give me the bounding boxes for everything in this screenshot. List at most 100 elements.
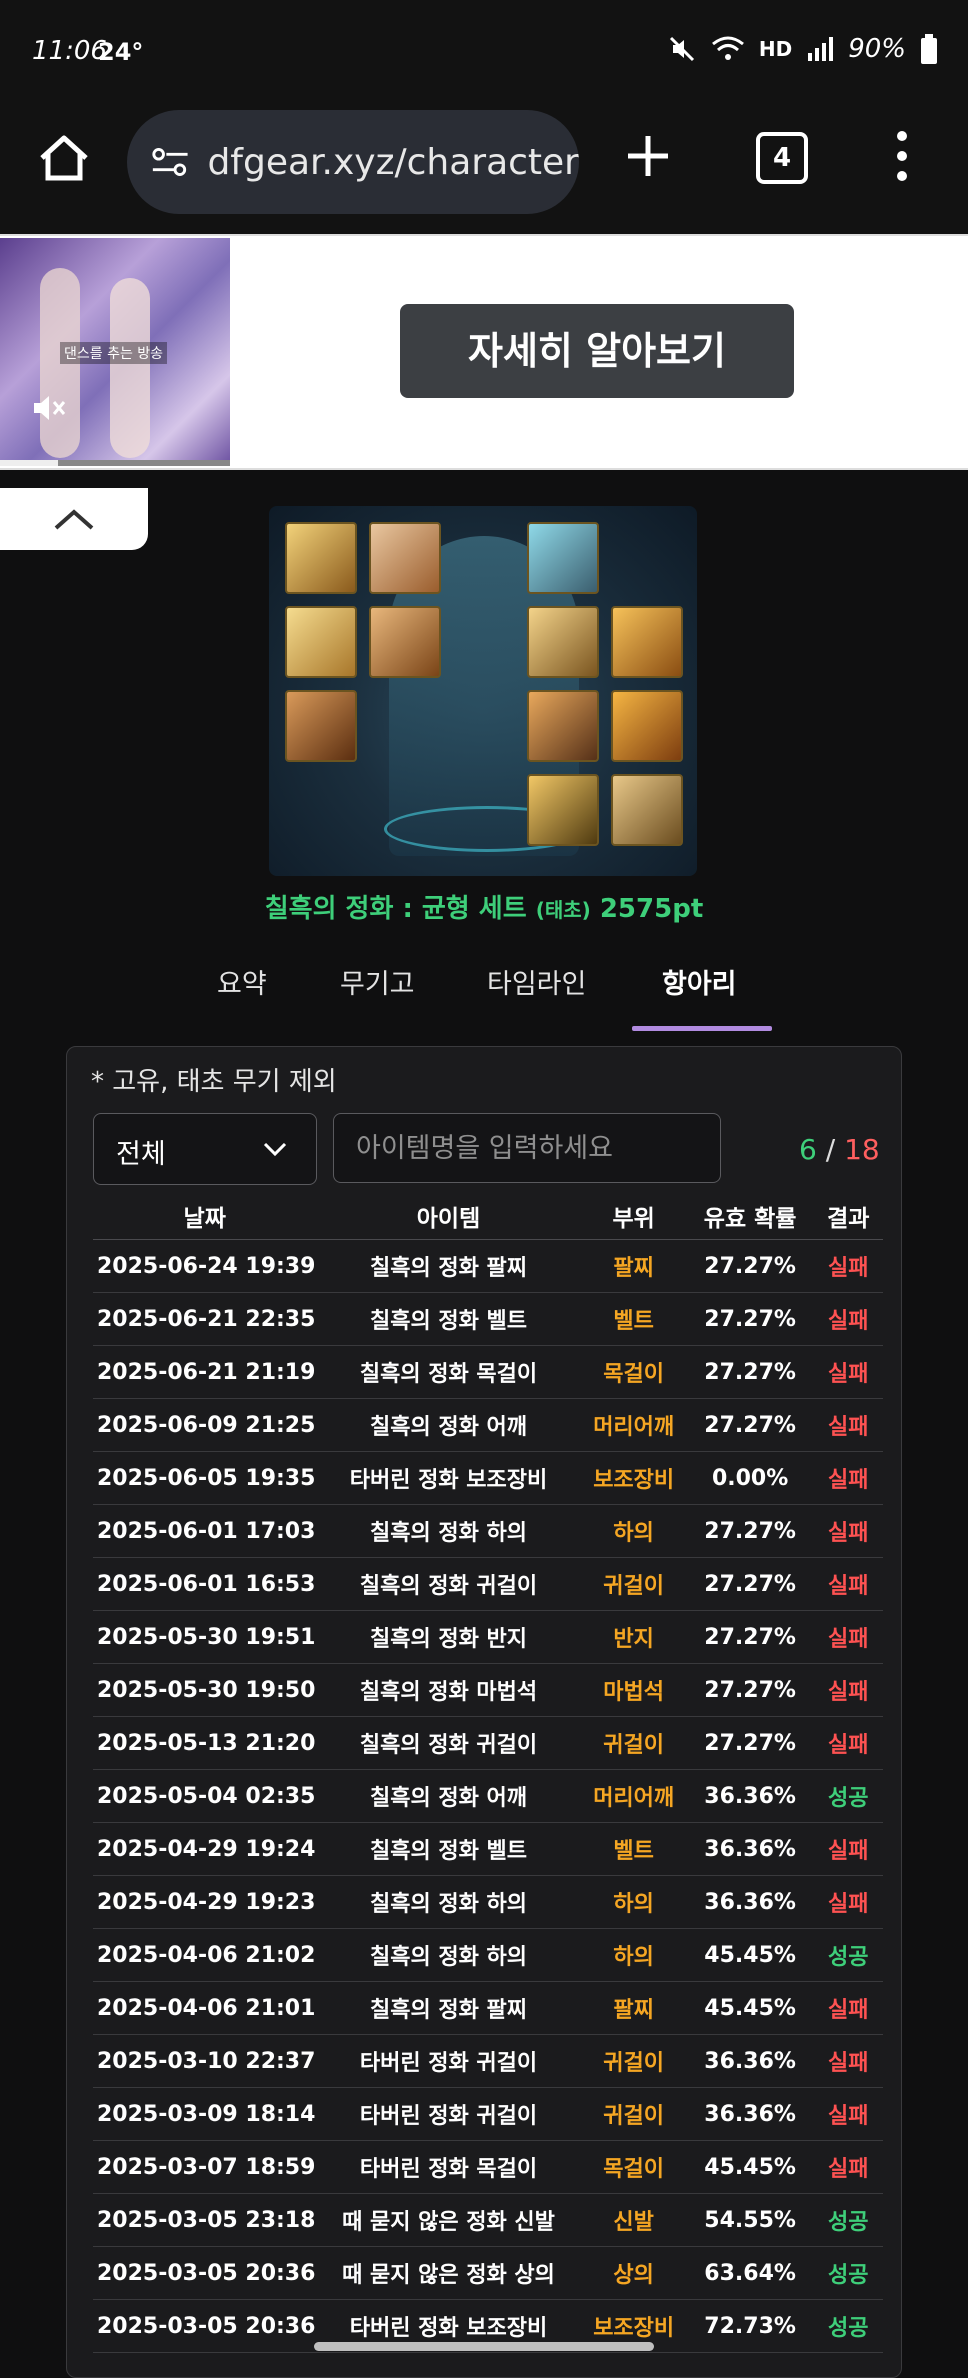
table-row: 2025-05-30 19:51 칠흑의 정화 반지 반지 27.27% 실패 [93, 1610, 883, 1664]
row-result: 성공 [813, 2193, 883, 2247]
learn-more-button[interactable]: 자세히 알아보기 [400, 304, 794, 398]
row-slot: 하의 [580, 1504, 687, 1558]
row-result: 실패 [813, 1504, 883, 1558]
row-item: 타버린 정화 귀걸이 [316, 2034, 581, 2088]
status-time: 11:06 [32, 36, 107, 66]
row-probability: 45.45% [686, 1981, 814, 2035]
row-item: 칠흑의 정화 팔찌 [316, 1239, 581, 1293]
row-probability: 27.27% [686, 1663, 814, 1717]
equip-slot-ring [527, 690, 599, 762]
equip-slot-shoes [285, 690, 357, 762]
col-date: 날짜 [93, 1193, 317, 1240]
row-slot: 마법석 [580, 1663, 687, 1717]
row-item: 때 묻지 않은 정화 상의 [316, 2246, 581, 2300]
row-result: 실패 [813, 1610, 883, 1664]
table-row: 2025-06-21 21:19 칠흑의 정화 목걸이 목걸이 27.27% 실패 [93, 1345, 883, 1399]
row-slot: 귀걸이 [580, 1557, 687, 1611]
row-slot: 목걸이 [580, 2140, 687, 2194]
mute-icon[interactable] [28, 388, 68, 428]
row-result: 실패 [813, 2034, 883, 2088]
equip-slot-bottom [285, 606, 357, 678]
row-slot: 귀걸이 [580, 2034, 687, 2088]
row-probability: 27.27% [686, 1398, 814, 1452]
row-slot: 하의 [580, 1875, 687, 1929]
row-item: 칠흑의 정화 벨트 [316, 1822, 581, 1876]
filter-select-value: 전체 [116, 1139, 166, 1170]
row-result: 성공 [813, 2246, 883, 2300]
overflow-menu-icon[interactable] [888, 126, 916, 186]
success-count: 6 [799, 1133, 817, 1166]
row-item: 칠흑의 정화 팔찌 [316, 1981, 581, 2035]
table-row: 2025-06-24 19:39 칠흑의 정화 팔찌 팔찌 27.27% 실패 [93, 1239, 883, 1293]
row-item: 칠흑의 정화 어깨 [316, 1769, 581, 1823]
equip-slot-support [611, 690, 683, 762]
row-probability: 36.36% [686, 1875, 814, 1929]
row-slot: 팔찌 [580, 1239, 687, 1293]
row-item: 때 묻지 않은 정화 신발 [316, 2193, 581, 2247]
row-slot: 머리어깨 [580, 1769, 687, 1823]
item-search-input[interactable] [333, 1113, 721, 1183]
ad-video[interactable]: 댄스를 추는 방송 [0, 238, 230, 466]
row-slot: 귀걸이 [580, 2087, 687, 2141]
equipment-image [269, 506, 697, 876]
row-probability: 27.27% [686, 1557, 814, 1611]
row-probability: 0.00% [686, 1451, 814, 1505]
row-slot: 반지 [580, 1610, 687, 1664]
tab-timeline[interactable]: 타임라인 [487, 962, 586, 1001]
row-probability: 72.73% [686, 2299, 814, 2353]
equip-slot-bracelet [527, 606, 599, 678]
row-item: 타버린 정화 귀걸이 [316, 2087, 581, 2141]
equip-slot-earring [611, 774, 683, 846]
col-probability: 유효 확률 [686, 1193, 814, 1240]
row-result: 실패 [813, 1557, 883, 1611]
site-settings-icon[interactable] [149, 140, 191, 184]
address-bar[interactable]: dfgear.xyz/character [127, 110, 579, 214]
row-probability: 36.36% [686, 2087, 814, 2141]
row-date: 2025-05-04 02:35 [93, 1769, 317, 1823]
row-result: 실패 [813, 2140, 883, 2194]
plus-icon[interactable] [620, 128, 676, 184]
row-item: 칠흑의 정화 마법석 [316, 1663, 581, 1717]
row-slot: 상의 [580, 2246, 687, 2300]
row-item: 칠흑의 정화 목걸이 [316, 1345, 581, 1399]
equip-slot-magic-stone [527, 774, 599, 846]
equip-slot-necklace [611, 606, 683, 678]
row-date: 2025-04-29 19:24 [93, 1822, 317, 1876]
equip-slot-shoulder [285, 522, 357, 594]
row-date: 2025-06-09 21:25 [93, 1398, 317, 1452]
row-result: 실패 [813, 1292, 883, 1346]
row-item: 칠흑의 정화 하의 [316, 1504, 581, 1558]
row-date: 2025-05-13 21:20 [93, 1716, 317, 1770]
row-item: 타버린 정화 보조장비 [316, 1451, 581, 1505]
tab-jar[interactable]: 항아리 [662, 962, 737, 1001]
tabs-icon[interactable]: 4 [756, 132, 808, 184]
row-probability: 27.27% [686, 1504, 814, 1558]
row-date: 2025-03-05 23:18 [93, 2193, 317, 2247]
filter-select[interactable]: 전체 [93, 1113, 317, 1185]
tab-armory[interactable]: 무기고 [340, 962, 415, 1001]
ad-banner[interactable]: 댄스를 추는 방송 자세히 알아보기 [0, 234, 968, 470]
row-date: 2025-03-10 22:37 [93, 2034, 317, 2088]
home-icon[interactable] [36, 130, 92, 186]
table-row: 2025-03-09 18:14 타버린 정화 귀걸이 귀걸이 36.36% 실패 [93, 2087, 883, 2141]
row-slot: 팔찌 [580, 1981, 687, 2035]
collapse-ad-button[interactable] [0, 488, 148, 550]
table-row: 2025-05-30 19:50 칠흑의 정화 마법석 마법석 27.27% 실패 [93, 1663, 883, 1717]
row-probability: 45.45% [686, 2140, 814, 2194]
row-result: 성공 [813, 1928, 883, 1982]
signal-icon [808, 37, 834, 61]
row-item: 칠흑의 정화 벨트 [316, 1292, 581, 1346]
set-title: 칠흑의 정화 : 균형 세트 (태초) 2575pt [0, 888, 968, 925]
gesture-bar [314, 2342, 654, 2351]
table-row: 2025-04-29 19:23 칠흑의 정화 하의 하의 36.36% 실패 [93, 1875, 883, 1929]
row-item: 칠흑의 정화 하의 [316, 1875, 581, 1929]
row-date: 2025-06-21 22:35 [93, 1292, 317, 1346]
row-date: 2025-04-06 21:02 [93, 1928, 317, 1982]
tab-summary[interactable]: 요약 [217, 962, 267, 1001]
table-body: 2025-06-24 19:39 칠흑의 정화 팔찌 팔찌 27.27% 실패 2025-… [93, 1239, 883, 2353]
row-probability: 63.64% [686, 2246, 814, 2300]
active-tab-indicator [632, 1026, 772, 1031]
table-row: 2025-03-07 18:59 타버린 정화 목걸이 목걸이 45.45% 실패 [93, 2140, 883, 2194]
row-probability: 36.36% [686, 2034, 814, 2088]
row-result: 실패 [813, 1345, 883, 1399]
